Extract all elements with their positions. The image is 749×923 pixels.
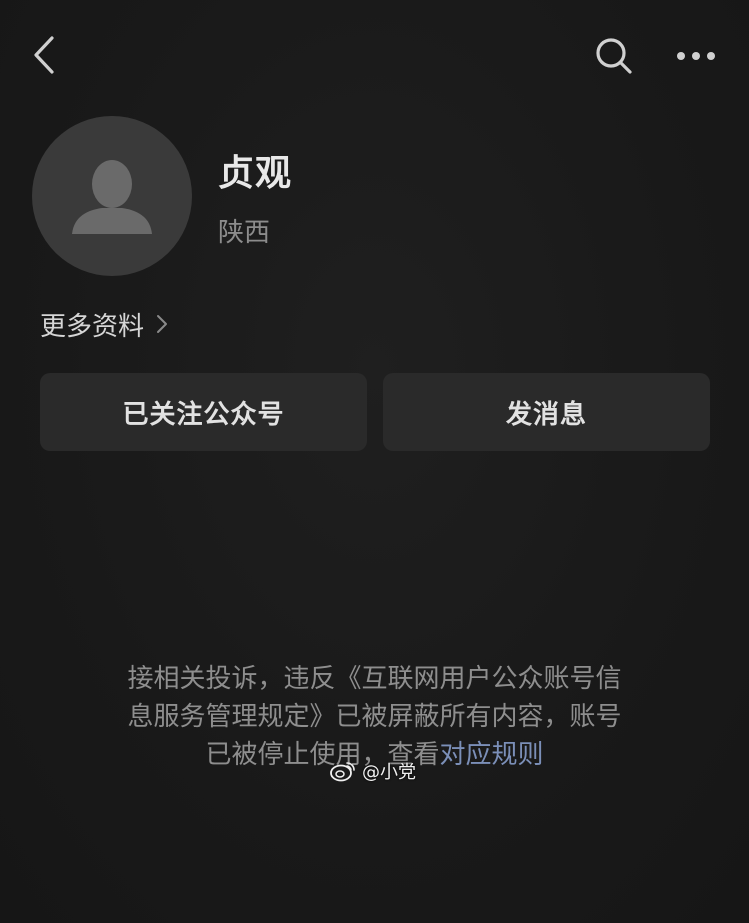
search-icon bbox=[596, 38, 632, 74]
chevron-left-icon bbox=[34, 36, 54, 74]
more-options-button[interactable] bbox=[668, 34, 724, 78]
default-avatar-icon bbox=[72, 160, 152, 234]
more-info-label: 更多资料 bbox=[40, 311, 145, 342]
account-region: 陕西 bbox=[218, 218, 271, 248]
account-name: 贞观 bbox=[218, 153, 293, 194]
ban-notice: 接相关投诉，违反《互联网用户公众账号信 息服务管理规定》已被屏蔽所有内容，账号 … bbox=[90, 660, 659, 774]
chevron-right-icon bbox=[156, 314, 168, 334]
search-button[interactable] bbox=[590, 32, 638, 80]
watermark-text: @小党 bbox=[362, 762, 416, 783]
back-button[interactable] bbox=[22, 30, 66, 80]
more-info-link[interactable]: 更多资料 bbox=[40, 304, 168, 344]
top-bar bbox=[0, 0, 749, 110]
weibo-watermark: @小党 bbox=[330, 758, 416, 784]
more-horizontal-icon bbox=[677, 52, 715, 60]
profile-page: 贞观 陕西 更多资料 已关注公众号 发消息 接相关投诉，违反《互联网用户公众账号… bbox=[0, 0, 749, 923]
send-message-button[interactable]: 发消息 bbox=[383, 373, 710, 451]
weibo-logo-icon bbox=[330, 760, 356, 782]
notice-line-1: 接相关投诉，违反《互联网用户公众账号信 bbox=[127, 664, 622, 694]
corresponding-rules-link[interactable]: 对应规则 bbox=[440, 740, 544, 770]
notice-line-2: 息服务管理规定》已被屏蔽所有内容，账号 bbox=[127, 702, 622, 732]
followed-official-account-button[interactable]: 已关注公众号 bbox=[40, 373, 367, 451]
avatar[interactable] bbox=[32, 116, 192, 276]
